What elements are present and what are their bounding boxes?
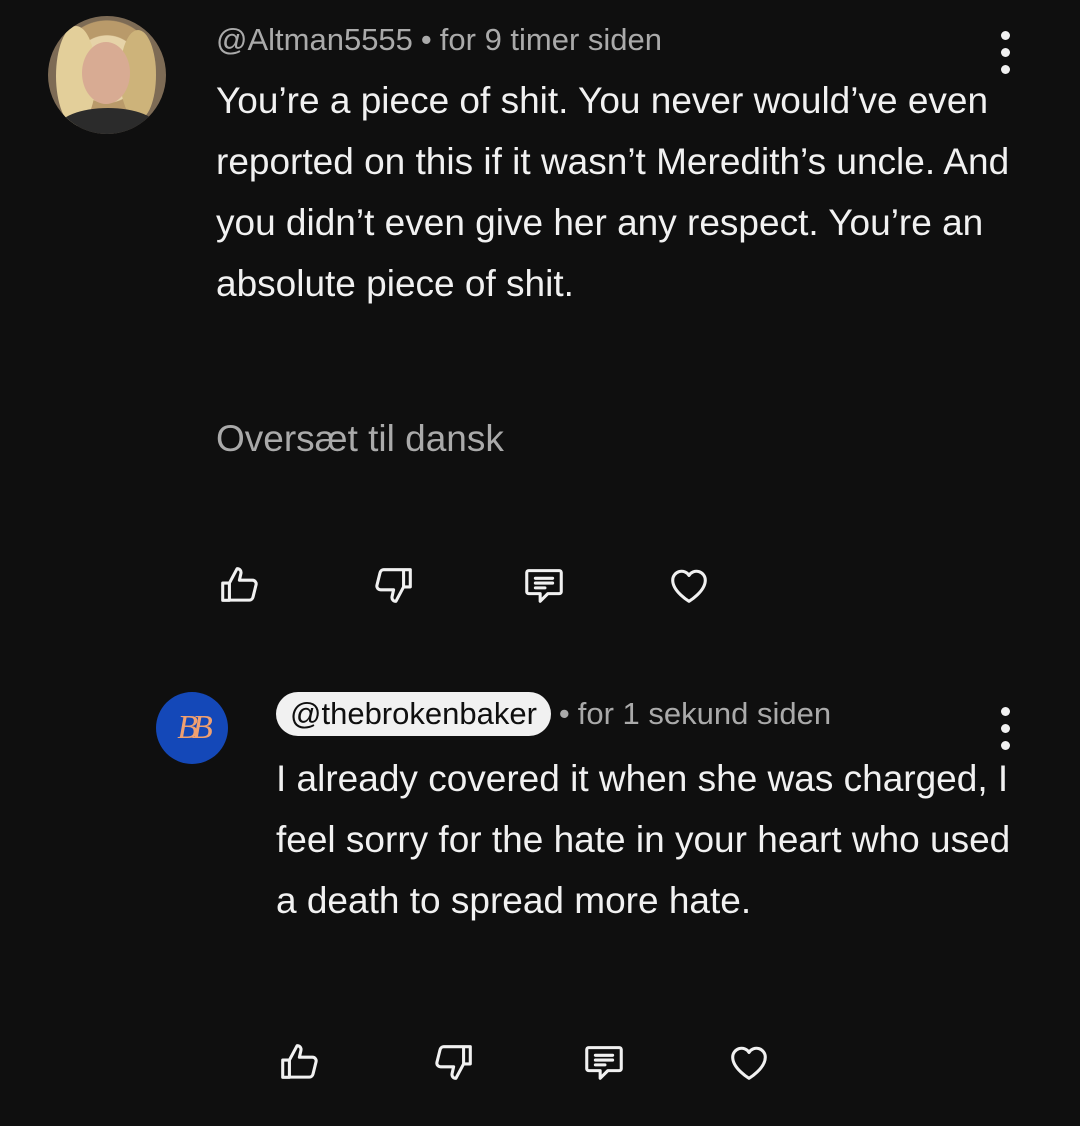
- comment: @Altman5555 • for 9 timer siden You’re a…: [0, 0, 1080, 640]
- comment-author[interactable]: @Altman5555: [216, 22, 413, 58]
- comments-page: @Altman5555 • for 9 timer siden You’re a…: [0, 0, 1080, 1126]
- thumbs-down-icon: [435, 1045, 472, 1080]
- thumbs-up-icon: [281, 1044, 318, 1079]
- comment-actions: [274, 1037, 879, 1087]
- avatar[interactable]: [48, 16, 166, 134]
- comment-meta: @thebrokenbaker • for 1 sekund siden: [276, 692, 831, 736]
- reply-button[interactable]: [579, 1037, 629, 1087]
- dislike-button[interactable]: [369, 560, 419, 610]
- heart-button[interactable]: [664, 560, 714, 610]
- reply-icon: [525, 569, 563, 603]
- translate-link[interactable]: Oversæt til dansk: [216, 418, 504, 460]
- comment-time: for 9 timer siden: [439, 22, 663, 57]
- comment-author[interactable]: @thebrokenbaker: [276, 692, 551, 736]
- reply-button[interactable]: [519, 560, 569, 610]
- separator-dot: •: [420, 22, 432, 57]
- heart-icon: [671, 569, 707, 603]
- reply-comment: BB @thebrokenbaker • for 1 sekund siden …: [0, 680, 1080, 1126]
- thumbs-up-icon: [221, 567, 258, 602]
- avatar[interactable]: BB: [156, 692, 228, 764]
- avatar-initials: BB: [177, 709, 212, 746]
- separator-dot: •: [558, 696, 570, 731]
- dislike-button[interactable]: [429, 1037, 479, 1087]
- comment-text: I already covered it when she was charge…: [276, 758, 1011, 921]
- like-button[interactable]: [214, 560, 264, 610]
- heart-button[interactable]: [724, 1037, 774, 1087]
- comment-time: for 1 sekund siden: [577, 696, 832, 731]
- like-button[interactable]: [274, 1037, 324, 1087]
- comment-meta: @Altman5555 • for 9 timer siden: [216, 22, 662, 58]
- comment-text: You’re a piece of shit. You never would’…: [216, 80, 1010, 304]
- comment-actions: [214, 560, 819, 610]
- reply-icon: [585, 1046, 623, 1080]
- heart-icon: [731, 1046, 767, 1080]
- thumbs-down-icon: [375, 568, 412, 603]
